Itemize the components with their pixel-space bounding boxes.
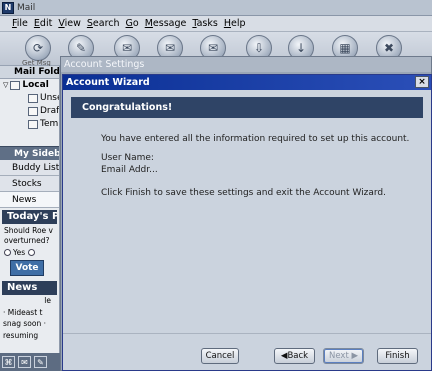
menu-tasks[interactable]: Tasks <box>192 18 217 29</box>
folder-icon <box>28 94 38 103</box>
news-line[interactable]: snag soon · <box>0 318 59 330</box>
mail-icon[interactable]: ✉ <box>18 356 31 368</box>
menu-help[interactable]: Help <box>224 18 246 29</box>
composer-icon[interactable]: ✎ <box>34 356 47 368</box>
drafts-icon <box>28 107 38 116</box>
cancel-button[interactable]: Cancel <box>201 348 239 364</box>
news-header: News <box>2 281 57 295</box>
window-titlebar: N Mail <box>0 0 432 16</box>
menu-bar: File Edit View Search Go Message Tasks H… <box>0 16 432 32</box>
menu-file[interactable]: File <box>12 18 28 29</box>
my-sidebar-header: My Sidebar <box>0 146 59 160</box>
window-title: Mail <box>17 2 36 13</box>
poll-options: Yes <box>0 248 59 257</box>
left-panel: Mail Folders ▽ Local Unsent Drafts Templ… <box>0 66 60 371</box>
tree-label-drafts: Drafts <box>40 106 59 116</box>
templates-icon <box>28 120 38 129</box>
menu-message[interactable]: Message <box>145 18 187 29</box>
wizard-title: Account Wizard <box>66 77 150 88</box>
account-settings-title: Account Settings <box>61 57 431 72</box>
news-line[interactable]: · Mideast t <box>0 307 59 319</box>
poll-question: Should Roe v overturned? <box>0 224 59 248</box>
app-logo-icon: N <box>2 1 14 14</box>
expand-icon[interactable]: ▽ <box>3 79 8 92</box>
poll-question-line-1: Should Roe v <box>4 226 53 235</box>
tab-buddy-list[interactable]: Buddy List <box>0 160 59 176</box>
back-button[interactable]: ◀Back <box>274 348 315 364</box>
poll-question-line-2: overturned? <box>4 236 50 245</box>
tree-item-unsent[interactable]: Unsent <box>0 92 59 105</box>
poll-yes-label: Yes <box>13 248 26 257</box>
radio-yes[interactable] <box>4 249 11 256</box>
get-messages-icon[interactable]: ⟳ <box>25 35 51 61</box>
mail-folders-header: Mail Folders <box>0 66 59 79</box>
finish-instruction-text: Click Finish to save these settings and … <box>101 188 386 198</box>
wizard-titlebar: Account Wizard × <box>63 75 431 90</box>
tab-stocks[interactable]: Stocks <box>0 176 59 192</box>
account-wizard-dialog: Account Wizard × Congratulations! You ha… <box>62 74 432 371</box>
wizard-intro-text: You have entered all the information req… <box>101 134 410 144</box>
tree-label-local: Local <box>22 80 49 90</box>
divider <box>63 333 431 334</box>
user-name-label: User Name: <box>101 153 154 163</box>
news-line[interactable]: le <box>0 295 59 307</box>
navigator-icon[interactable]: ⌘ <box>2 356 15 368</box>
tree-item-templates[interactable]: Templates <box>0 118 59 131</box>
wizard-heading: Congratulations! <box>71 97 423 118</box>
tree-item-local[interactable]: ▽ Local <box>0 79 59 92</box>
computer-icon <box>10 81 21 90</box>
tree-item-drafts[interactable]: Drafts <box>0 105 59 118</box>
menu-edit[interactable]: Edit <box>34 18 52 29</box>
close-icon[interactable]: × <box>415 76 429 88</box>
news-line[interactable]: resuming <box>0 330 59 342</box>
menu-search[interactable]: Search <box>87 18 120 29</box>
email-address-label: Email Addr... <box>101 165 158 175</box>
tree-label-templates: Templates <box>40 119 59 129</box>
wizard-content: You have entered all the information req… <box>71 125 423 335</box>
todays-poll-header: Today's Poll <box>2 210 57 224</box>
next-button[interactable]: Next ▶ <box>323 348 364 364</box>
tab-news[interactable]: News <box>0 192 59 208</box>
menu-go[interactable]: Go <box>126 18 139 29</box>
finish-button[interactable]: Finish <box>377 348 418 364</box>
vote-button[interactable]: Vote <box>10 260 44 276</box>
tree-label-unsent: Unsent <box>40 93 59 103</box>
radio-no[interactable] <box>28 249 36 256</box>
component-bar: ⌘ ✉ ✎ <box>0 353 60 371</box>
menu-view[interactable]: View <box>58 18 81 29</box>
